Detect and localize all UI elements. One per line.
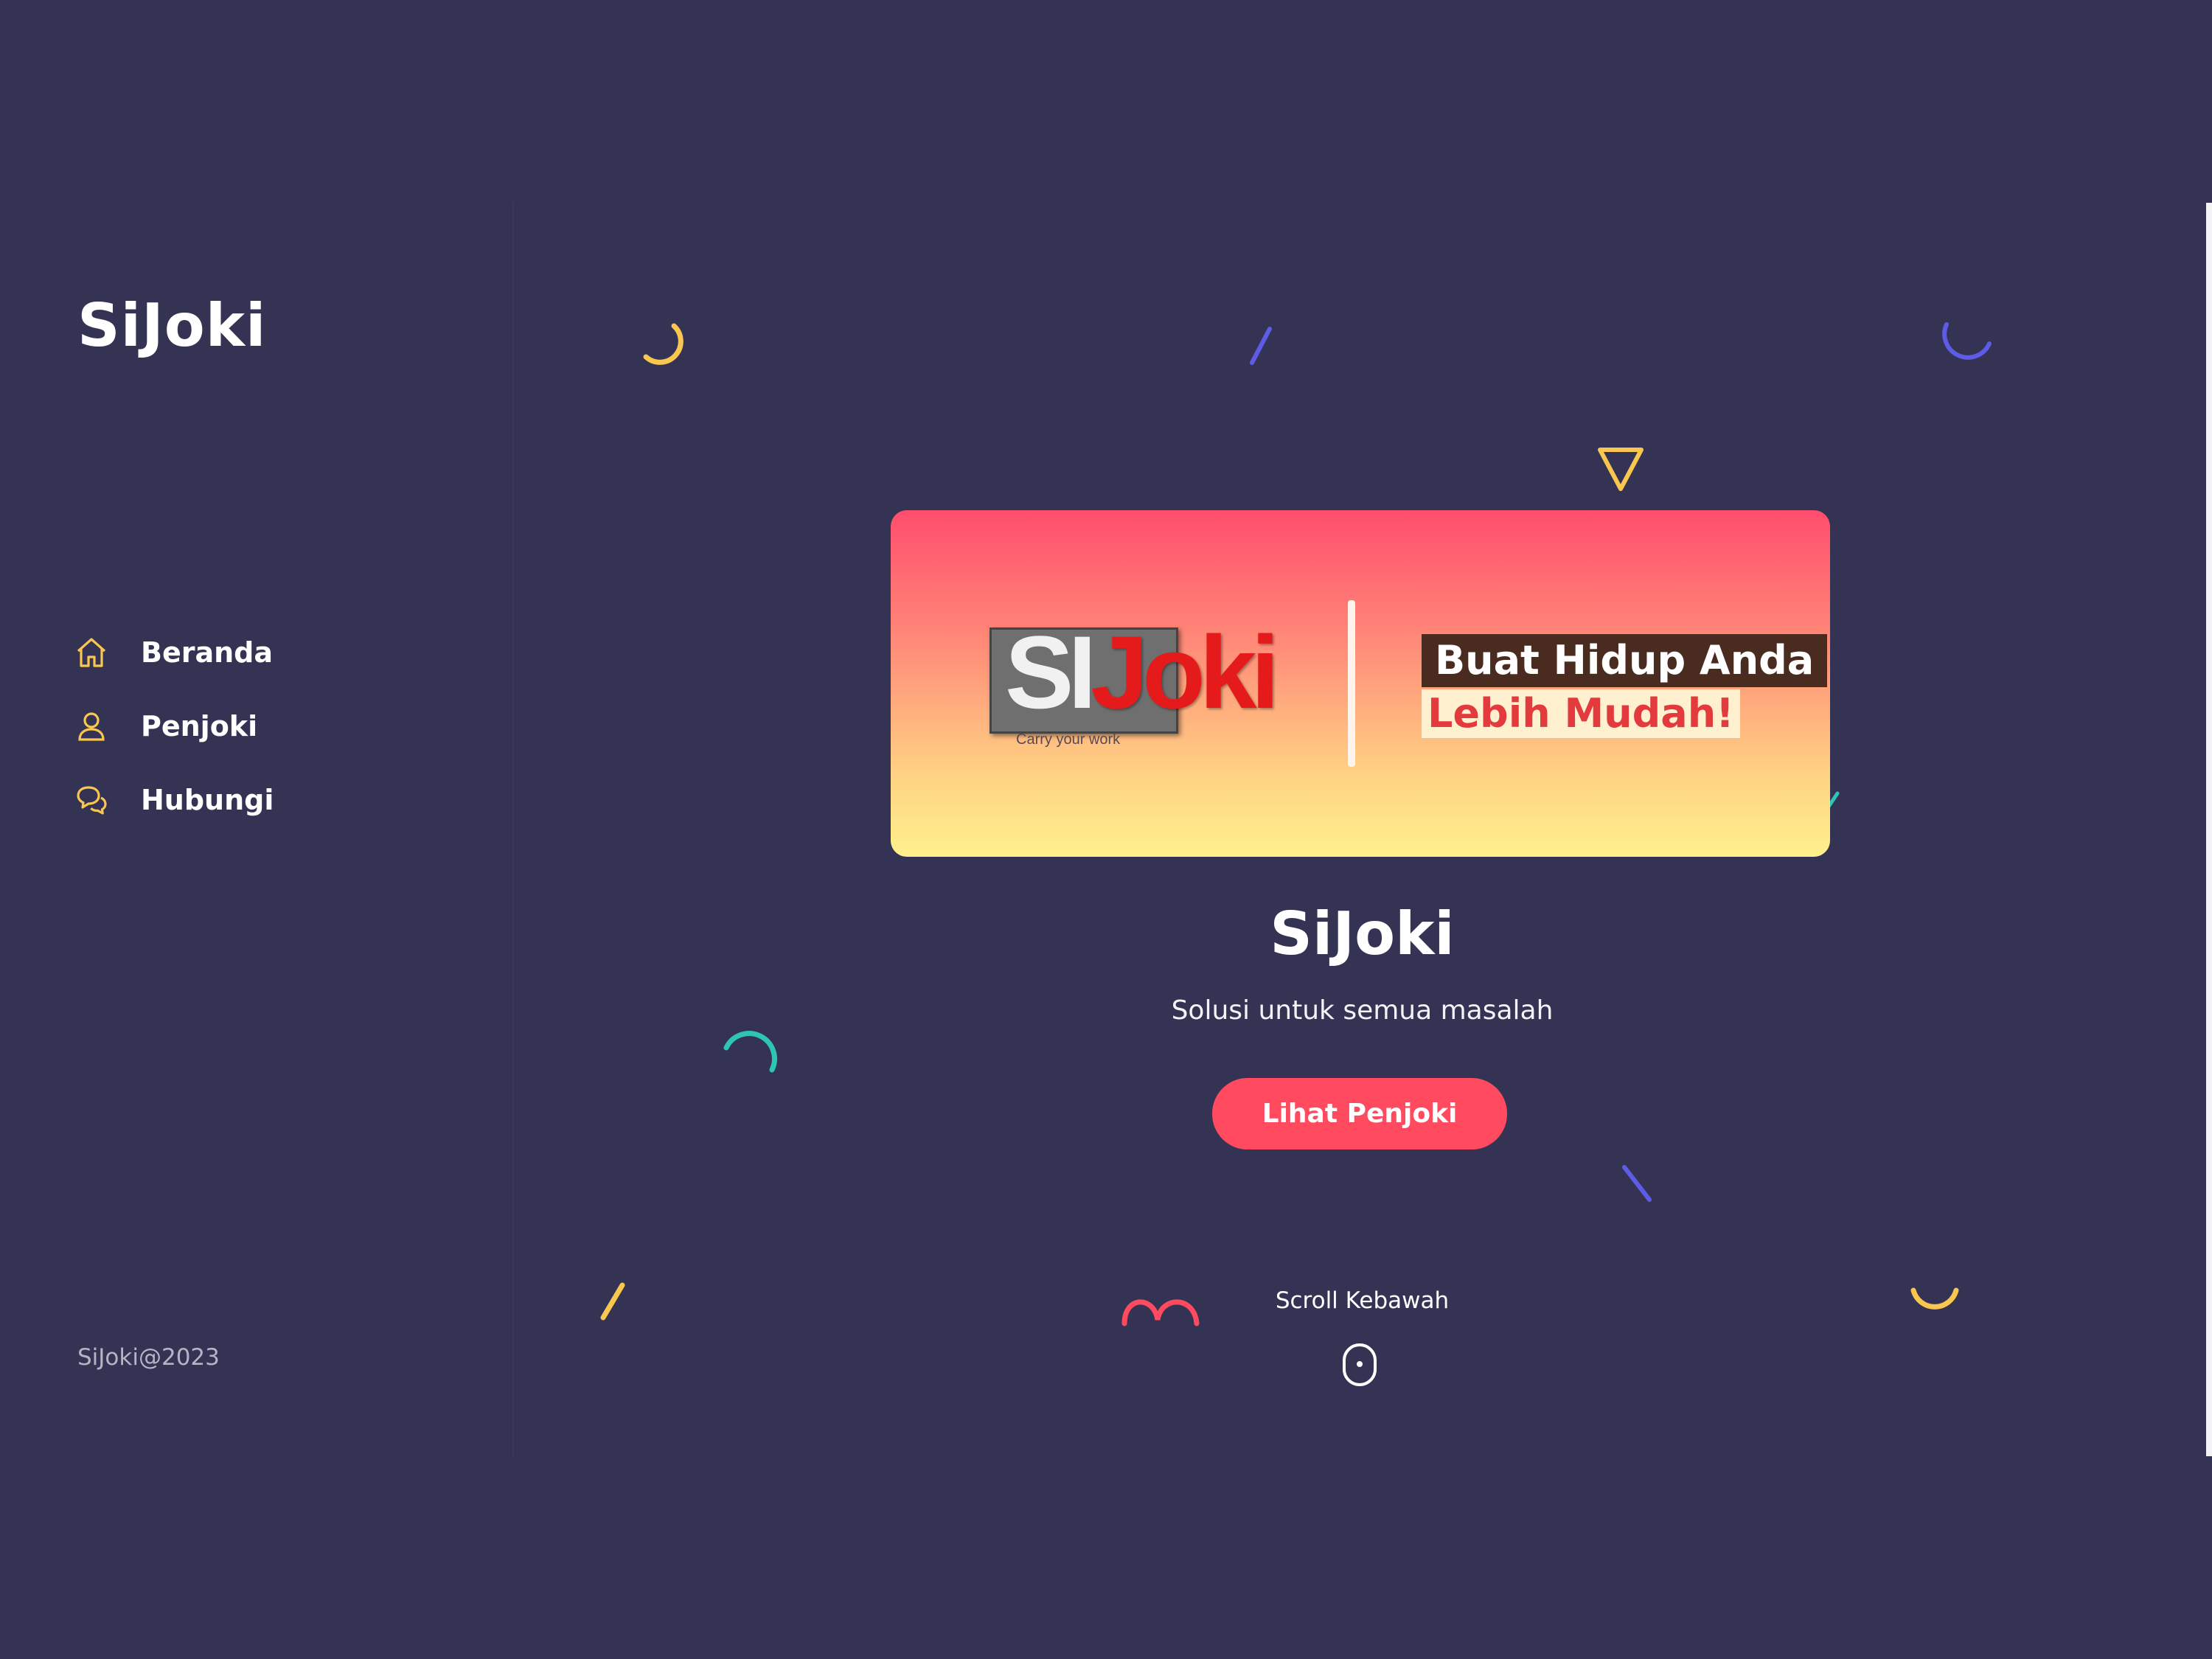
deco-line-blue-bottom-icon — [1622, 1165, 1652, 1202]
nav-item-beranda[interactable]: Beranda — [74, 616, 274, 689]
banner-tagline-line1: Buat Hidup Anda — [1422, 634, 1828, 687]
copyright-text: SiJoki@2023 — [77, 1344, 220, 1371]
logo-wordmark: SIJoki — [1005, 621, 1279, 724]
nav-item-hubungi[interactable]: Hubungi — [74, 763, 274, 837]
logo-si-text: SI — [1005, 614, 1096, 730]
mouse-scroll-icon[interactable] — [1341, 1343, 1378, 1387]
nav-item-penjoki[interactable]: Penjoki — [74, 689, 274, 763]
deco-arc-teal-icon — [723, 1031, 777, 1073]
scrollbar[interactable] — [2206, 203, 2212, 1456]
user-icon — [78, 712, 105, 741]
hero-title: SiJoki — [1270, 900, 1455, 968]
nav-label-beranda: Beranda — [141, 636, 274, 669]
deco-arc-blue-top-right-icon — [1942, 322, 1992, 360]
deco-arc-yellow-top-icon — [643, 323, 684, 365]
banner-tagline-line2: Lebih Mudah! — [1422, 689, 1740, 738]
logo-tagline: Carry your work — [1016, 731, 1121, 748]
banner-divider — [1348, 600, 1355, 767]
nav-label-hubungi: Hubungi — [141, 784, 274, 816]
logo-joki-text: Joki — [1091, 614, 1279, 730]
chat-icon — [77, 786, 107, 815]
sidebar: SiJoki Beranda Penjoki Hubungi SiJoki@20… — [0, 203, 514, 1456]
sidebar-nav: Beranda Penjoki Hubungi — [74, 616, 274, 837]
scroll-down-label: Scroll Kebawah — [1275, 1287, 1450, 1314]
deco-line-blue-top-icon — [1250, 327, 1272, 365]
view-penjoki-button[interactable]: Lihat Penjoki — [1212, 1078, 1507, 1150]
brand-title[interactable]: SiJoki — [77, 291, 266, 360]
home-icon — [77, 638, 106, 667]
deco-triangle-icon — [1598, 448, 1644, 491]
hero-banner: SIJoki Carry your work Buat Hidup Anda L… — [891, 510, 1830, 857]
hero-subtitle: Solusi untuk semua masalah — [1171, 995, 1554, 1026]
nav-label-penjoki: Penjoki — [141, 710, 258, 742]
